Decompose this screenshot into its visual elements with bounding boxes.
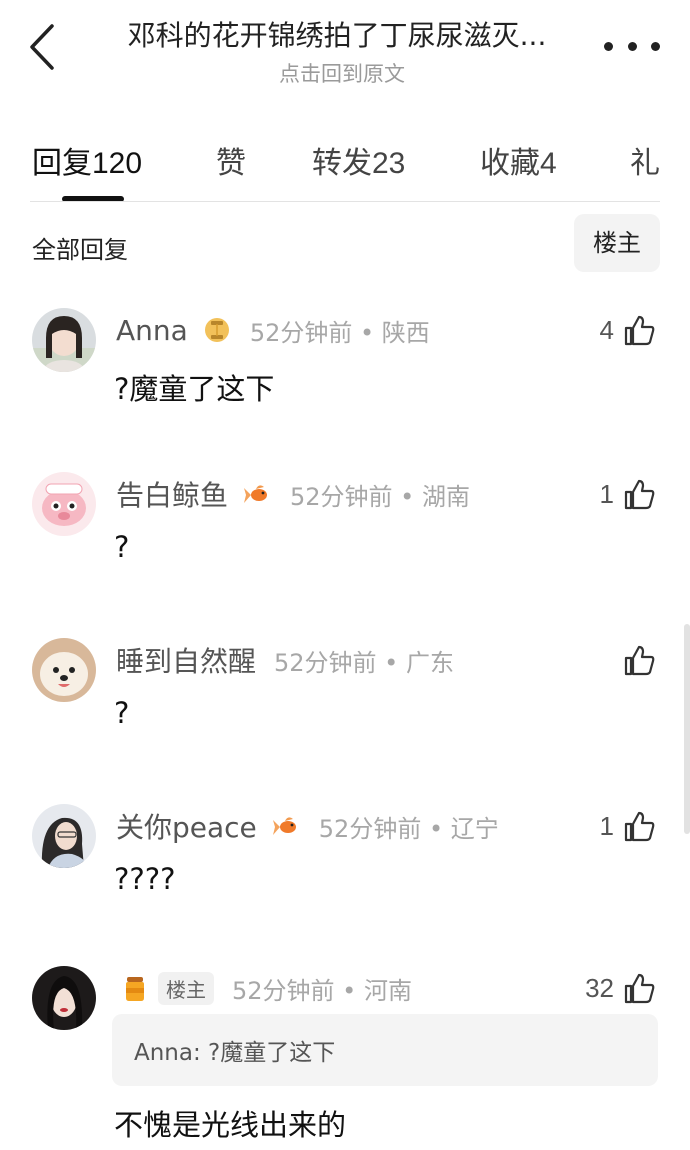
comment-item: 告白鲸鱼 52分钟前 • 湖南 ? 1 <box>0 472 690 592</box>
like-count: 1 <box>599 810 614 841</box>
op-tag: 楼主 <box>158 971 214 1005</box>
tab-count: 23 <box>372 147 406 180</box>
like-button[interactable]: 32 <box>585 968 656 1008</box>
thumbs-up-icon <box>622 809 656 843</box>
comment-meta: 52分钟前 • 陕西 <box>249 318 430 347</box>
op-only-filter-button[interactable]: 楼主 <box>574 214 660 272</box>
quoted-text: Anna: ?魔童了这下 <box>134 1040 336 1066</box>
comment-text: ?魔童了这下 <box>114 372 275 406</box>
page-title: 邓科的花开锦绣拍了丁尿尿滋灭... <box>127 19 547 52</box>
tab-bar: 回复120 赞 转发23 收藏4 礼 <box>0 130 690 202</box>
more-dot <box>604 41 613 51</box>
tab-favorites[interactable]: 收藏4 <box>480 138 557 182</box>
like-button[interactable]: 4 <box>600 310 656 350</box>
tab-count: 4 <box>540 147 557 180</box>
comment-header: 关你peace 52分钟前 • 辽宁 <box>116 806 499 846</box>
back-button[interactable] <box>22 22 66 72</box>
more-dot <box>627 41 637 51</box>
tab-likes[interactable]: 赞 <box>216 138 246 182</box>
username[interactable]: 关你peace <box>116 806 257 846</box>
comment-item: 关你peace 52分钟前 • 辽宁 ???? 1 <box>0 804 690 924</box>
tab-label: 转发 <box>312 146 372 181</box>
honey-jar-icon <box>120 973 150 1003</box>
username[interactable]: 告白鲸鱼 <box>116 474 228 514</box>
more-options-button[interactable] <box>604 26 660 66</box>
tab-label: 赞 <box>216 146 246 181</box>
tab-replies[interactable]: 回复120 <box>32 138 142 182</box>
tab-count: 120 <box>92 147 143 180</box>
comment-meta: 52分钟前 • 广东 <box>274 648 454 677</box>
tab-reposts[interactable]: 转发23 <box>312 138 405 182</box>
scrollbar[interactable] <box>684 624 690 834</box>
comment-item: 楼主 52分钟前 • 河南 Anna: ?魔童了这下 不愧是光线出来的 32 <box>0 966 690 1150</box>
comment-item: 睡到自然醒 52分钟前 • 广东 ? <box>0 638 690 758</box>
more-dot <box>651 41 660 51</box>
avatar[interactable] <box>32 308 96 372</box>
tab-gifts[interactable]: 礼 <box>630 138 660 182</box>
back-to-post-link[interactable]: 点击回到原文 <box>92 58 592 88</box>
like-count: 1 <box>599 478 614 509</box>
avatar[interactable] <box>32 804 96 868</box>
avatar[interactable] <box>32 966 96 1030</box>
like-count: 32 <box>585 972 614 1003</box>
comment-text: ? <box>114 530 130 564</box>
avatar[interactable] <box>32 638 96 702</box>
divider <box>30 201 660 202</box>
thumbs-up-icon <box>622 477 656 511</box>
thumbs-up-icon <box>622 313 656 347</box>
goldfish-icon <box>242 479 272 509</box>
comment-header: Anna 52分钟前 • 陕西 <box>116 310 430 350</box>
like-button[interactable]: 1 <box>600 474 656 514</box>
comment-header: 楼主 52分钟前 • 河南 <box>116 968 412 1008</box>
comment-meta: 52分钟前 • 辽宁 <box>318 814 499 843</box>
like-button[interactable] <box>614 640 656 680</box>
comment-meta: 52分钟前 • 河南 <box>232 976 412 1005</box>
comment-text: ???? <box>114 862 176 896</box>
filter-row: 全部回复 楼主 <box>0 214 690 274</box>
tab-label: 收藏 <box>480 146 540 181</box>
quoted-reply[interactable]: Anna: ?魔童了这下 <box>112 1014 658 1086</box>
thumbs-up-icon <box>622 971 656 1005</box>
like-count: 4 <box>599 314 614 345</box>
username[interactable]: 睡到自然醒 <box>116 640 256 680</box>
goldfish-icon <box>271 811 301 841</box>
like-button[interactable]: 1 <box>600 806 656 846</box>
lantern-icon <box>202 315 232 345</box>
comment-item: Anna 52分钟前 • 陕西 ?魔童了这下 4 <box>0 308 690 428</box>
tab-label: 回复 <box>32 146 92 181</box>
comment-text: ? <box>114 696 130 730</box>
thumbs-up-icon <box>622 643 656 677</box>
comment-header: 睡到自然醒 52分钟前 • 广东 <box>116 640 454 680</box>
avatar[interactable] <box>32 472 96 536</box>
chevron-left-icon <box>30 24 54 70</box>
tab-label: 礼 <box>630 146 660 181</box>
comment-meta: 52分钟前 • 湖南 <box>290 482 470 511</box>
all-replies-label: 全部回复 <box>32 236 128 264</box>
username[interactable]: Anna <box>116 314 188 347</box>
top-bar: 邓科的花开锦绣拍了丁尿尿滋灭... 点击回到原文 <box>0 0 690 100</box>
comment-text: 不愧是光线出来的 <box>114 1108 347 1142</box>
comment-header: 告白鲸鱼 52分钟前 • 湖南 <box>116 474 470 514</box>
